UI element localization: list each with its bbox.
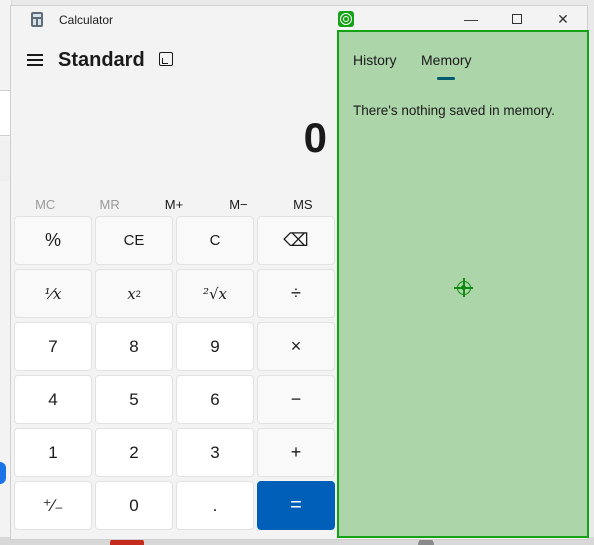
backspace-icon: ⌫ [283,230,309,250]
minus-button[interactable]: − [257,375,335,424]
equals-button[interactable]: = [257,481,335,530]
digit-9-button[interactable]: 9 [176,322,254,371]
keep-on-top-icon[interactable] [159,52,175,68]
clear-entry-button[interactable]: CE [95,216,173,265]
result-display: 0 [303,114,327,161]
digit-5-button[interactable]: 5 [95,375,173,424]
mode-title: Standard [58,49,145,71]
crosshair-icon [454,278,473,297]
empty-memory-message: There's nothing saved in memory. [353,103,555,118]
digit-0-button[interactable]: 0 [95,481,173,530]
reciprocal-button[interactable]: ¹⁄𝑥 [14,269,92,318]
digit-8-button[interactable]: 8 [95,322,173,371]
backspace-button[interactable]: ⌫ [257,216,335,265]
digit-1-button[interactable]: 1 [14,428,92,477]
divide-button[interactable]: ÷ [257,269,335,318]
square-base: x [127,284,136,303]
digit-7-button[interactable]: 7 [14,322,92,371]
minimize-button[interactable]: — [448,6,494,32]
calculator-window: Calculator — ✕ Standard 0 MC MR M+ M− MS… [10,5,589,540]
target-icon [338,11,354,27]
tab-history[interactable]: History [353,52,397,68]
close-button[interactable]: ✕ [540,6,586,32]
square-exponent: 2 [135,288,141,299]
digit-6-button[interactable]: 6 [176,375,254,424]
active-tab-indicator [437,77,455,80]
decimal-button[interactable]: . [176,481,254,530]
title-bar[interactable]: Calculator — ✕ [11,6,587,32]
window-title: Calculator [59,13,114,27]
clear-button[interactable]: C [176,216,254,265]
percent-button[interactable]: % [14,216,92,265]
maximize-button[interactable] [494,6,540,32]
negate-button[interactable]: ⁺∕₋ [14,481,92,530]
square-button[interactable]: x2 [95,269,173,318]
digit-4-button[interactable]: 4 [14,375,92,424]
digit-2-button[interactable]: 2 [95,428,173,477]
background-blue-tab [0,462,6,484]
plus-button[interactable]: + [257,428,335,477]
square-root-label: ²√x [202,284,228,303]
tab-memory[interactable]: Memory [421,52,472,68]
digit-3-button[interactable]: 3 [176,428,254,477]
keypad: % CE C ⌫ ¹⁄𝑥 x2 ²√x ÷ 7 8 9 × 4 5 6 − 1 … [14,216,336,532]
reciprocal-label: ¹⁄𝑥 [44,284,62,303]
memory-panel: History Memory There's nothing saved in … [337,30,589,538]
calculator-icon [31,12,43,27]
maximize-icon [512,13,522,24]
hamburger-icon[interactable] [25,50,45,70]
multiply-button[interactable]: × [257,322,335,371]
square-root-button[interactable]: ²√x [176,269,254,318]
